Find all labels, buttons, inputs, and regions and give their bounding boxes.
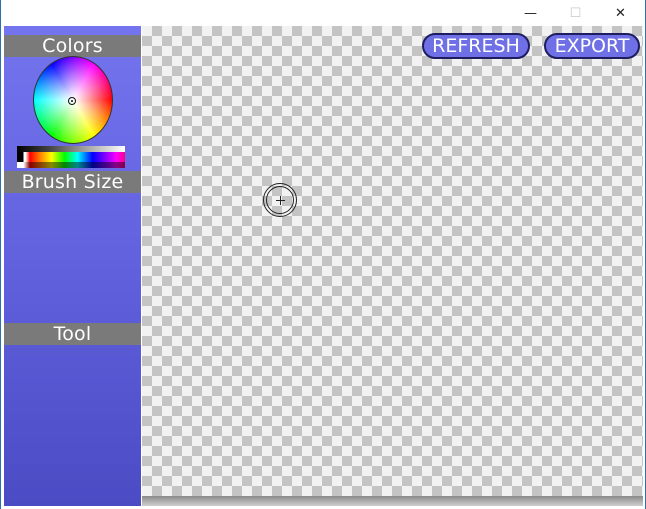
brush-cursor-icon (263, 183, 297, 217)
close-button[interactable]: ✕ (598, 0, 643, 26)
dark-swatch-strip[interactable] (17, 162, 125, 168)
tool-header: Tool (4, 323, 141, 345)
color-palette[interactable] (17, 146, 125, 168)
app-window: — ☐ ✕ Colors Brush Size Tool REFRESH EXP… (0, 0, 646, 509)
export-button[interactable]: EXPORT (544, 33, 640, 59)
canvas-scroll-bar[interactable] (142, 496, 643, 506)
crosshair-vertical (280, 196, 281, 205)
brush-size-header: Brush Size (4, 171, 141, 193)
maximize-button[interactable]: ☐ (553, 0, 598, 26)
minimize-button[interactable]: — (508, 0, 553, 26)
drawing-canvas[interactable]: REFRESH EXPORT (142, 26, 643, 496)
title-bar: — ☐ ✕ (2, 0, 644, 26)
colors-header: Colors (4, 35, 141, 57)
sidebar: Colors Brush Size Tool (4, 26, 141, 506)
refresh-button[interactable]: REFRESH (422, 33, 530, 59)
color-picker-marker-icon[interactable] (68, 97, 76, 105)
color-swatch-strip[interactable] (17, 152, 125, 162)
